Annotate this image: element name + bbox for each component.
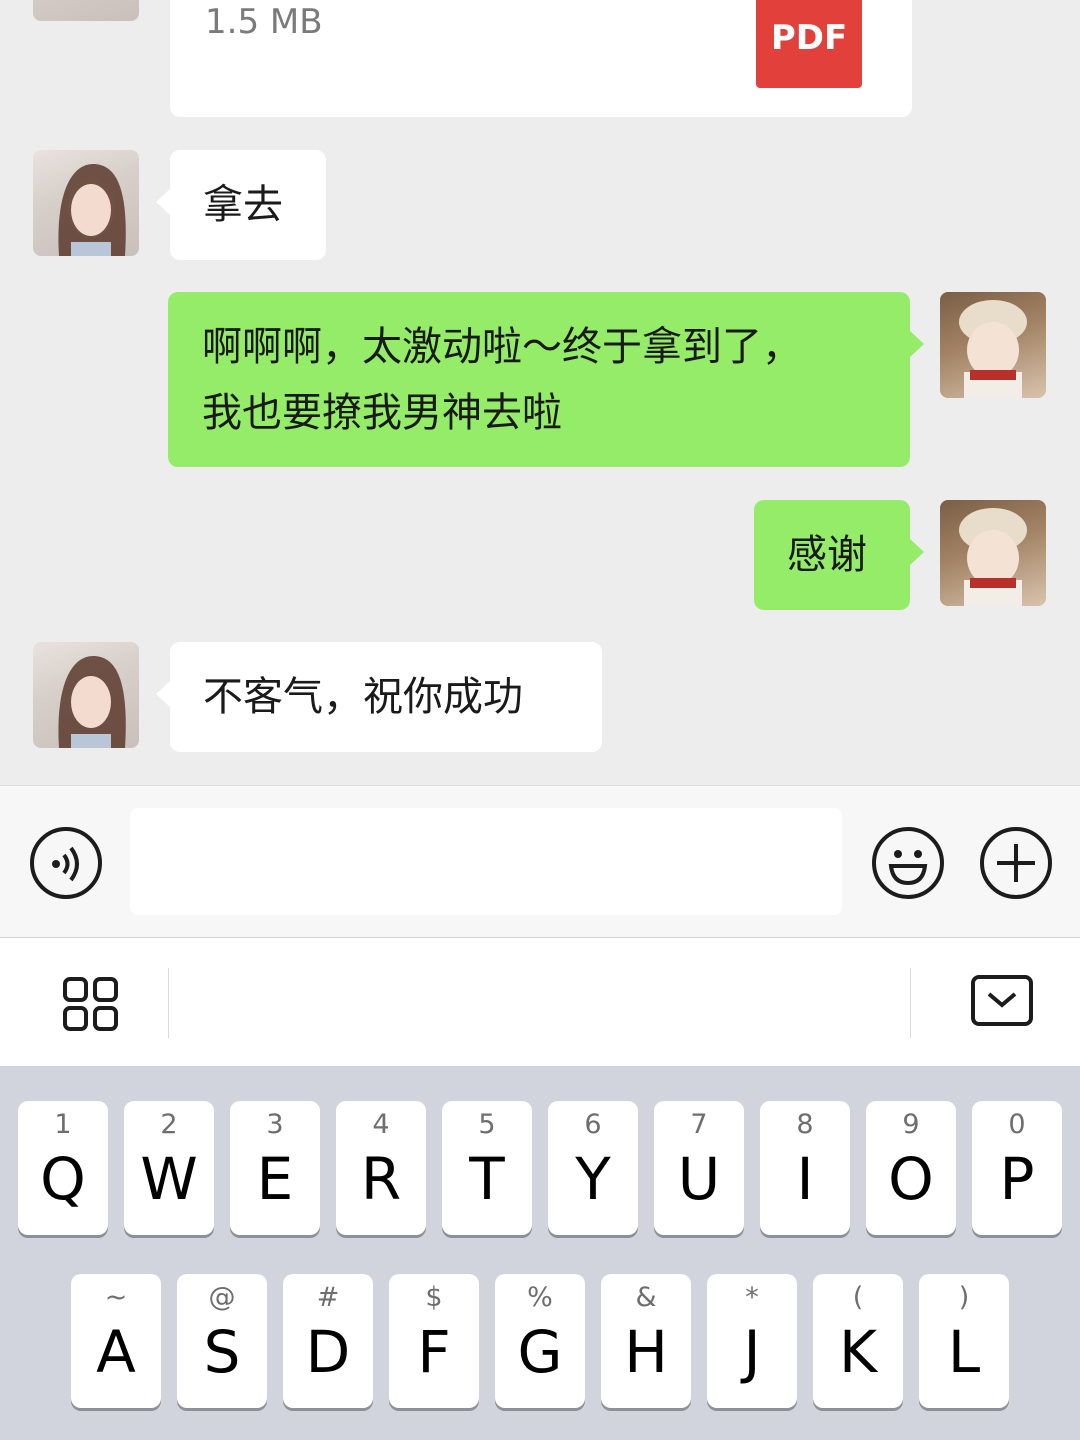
key-f[interactable]: $ F (389, 1274, 479, 1408)
avatar-photo-icon (959, 300, 1027, 398)
avatar-photo-icon (959, 508, 1027, 606)
my-avatar[interactable] (940, 292, 1046, 398)
key-r[interactable]: 4R (336, 1101, 426, 1235)
key-a[interactable]: ~ A (71, 1274, 161, 1408)
file-size: 1.5 MB (205, 2, 323, 42)
more-button[interactable] (980, 827, 1052, 899)
key-t[interactable]: 5T (442, 1101, 532, 1235)
divider (910, 968, 911, 1038)
chat-input-bar (0, 785, 1080, 938)
key-g[interactable]: % G (495, 1274, 585, 1408)
key-i[interactable]: 8I (760, 1101, 850, 1235)
key-y[interactable]: 6Y (548, 1101, 638, 1235)
contact-avatar[interactable] (33, 150, 139, 256)
contact-avatar[interactable] (33, 0, 139, 21)
voice-icon (52, 846, 79, 882)
key-p[interactable]: 0P (972, 1101, 1062, 1235)
message-text-line: 啊啊啊，太激动啦～终于拿到了， (202, 324, 802, 370)
pdf-file-icon: PDF (756, 0, 862, 88)
message-text: 感谢 (787, 532, 867, 578)
key-u[interactable]: 7U (654, 1101, 744, 1235)
key-w[interactable]: 2W (124, 1101, 214, 1235)
key-e[interactable]: 3E (230, 1101, 320, 1235)
key-q[interactable]: 1Q (18, 1101, 108, 1235)
message-text-line: 我也要撩我男神去啦 (202, 390, 562, 436)
key-o[interactable]: 9O (866, 1101, 956, 1235)
ime-menu-button[interactable] (62, 976, 120, 1032)
key-s[interactable]: @ S (177, 1274, 267, 1408)
my-avatar[interactable] (940, 500, 1046, 606)
key-k[interactable]: (K (813, 1274, 903, 1408)
avatar-photo-icon (58, 656, 126, 748)
key-d[interactable]: # D (283, 1274, 373, 1408)
emoji-icon (888, 850, 928, 886)
message-bubble-outgoing[interactable]: 感谢 (754, 500, 924, 610)
avatar-photo-icon (58, 164, 126, 256)
contact-avatar[interactable] (33, 642, 139, 748)
keyboard-hide-icon (971, 975, 1033, 1026)
key-h[interactable]: & H (601, 1274, 691, 1408)
plus-icon (997, 844, 1035, 882)
message-bubble-incoming[interactable]: 不客气，祝你成功 (156, 642, 602, 752)
emoji-button[interactable] (872, 827, 944, 899)
key-j[interactable]: * J (707, 1274, 797, 1408)
key-l[interactable]: ) L (919, 1274, 1009, 1408)
ime-toolbar (0, 938, 1080, 1066)
hide-keyboard-button[interactable] (970, 974, 1036, 1030)
file-message-card[interactable]: 1.5 MB PDF (170, 0, 912, 117)
voice-button[interactable] (30, 827, 102, 899)
message-bubble-outgoing[interactable]: 啊啊啊，太激动啦～终于拿到了， 我也要撩我男神去啦 (168, 292, 924, 467)
chat-area: 1.5 MB PDF 拿去 啊啊啊，太激动啦～终于拿到了， 我也要撩我男神去啦 … (0, 0, 1080, 785)
message-text: 拿去 (203, 182, 283, 228)
grid-menu-icon (63, 977, 118, 1031)
divider (168, 968, 169, 1038)
message-text: 不客气，祝你成功 (203, 674, 523, 720)
message-input[interactable] (130, 808, 842, 915)
message-bubble-incoming[interactable]: 拿去 (156, 150, 326, 260)
keyboard: 1Q 2W 3E 4R 5T 6Y 7U 8I 9O 0P ~ A @ S # D $… (0, 1066, 1080, 1440)
